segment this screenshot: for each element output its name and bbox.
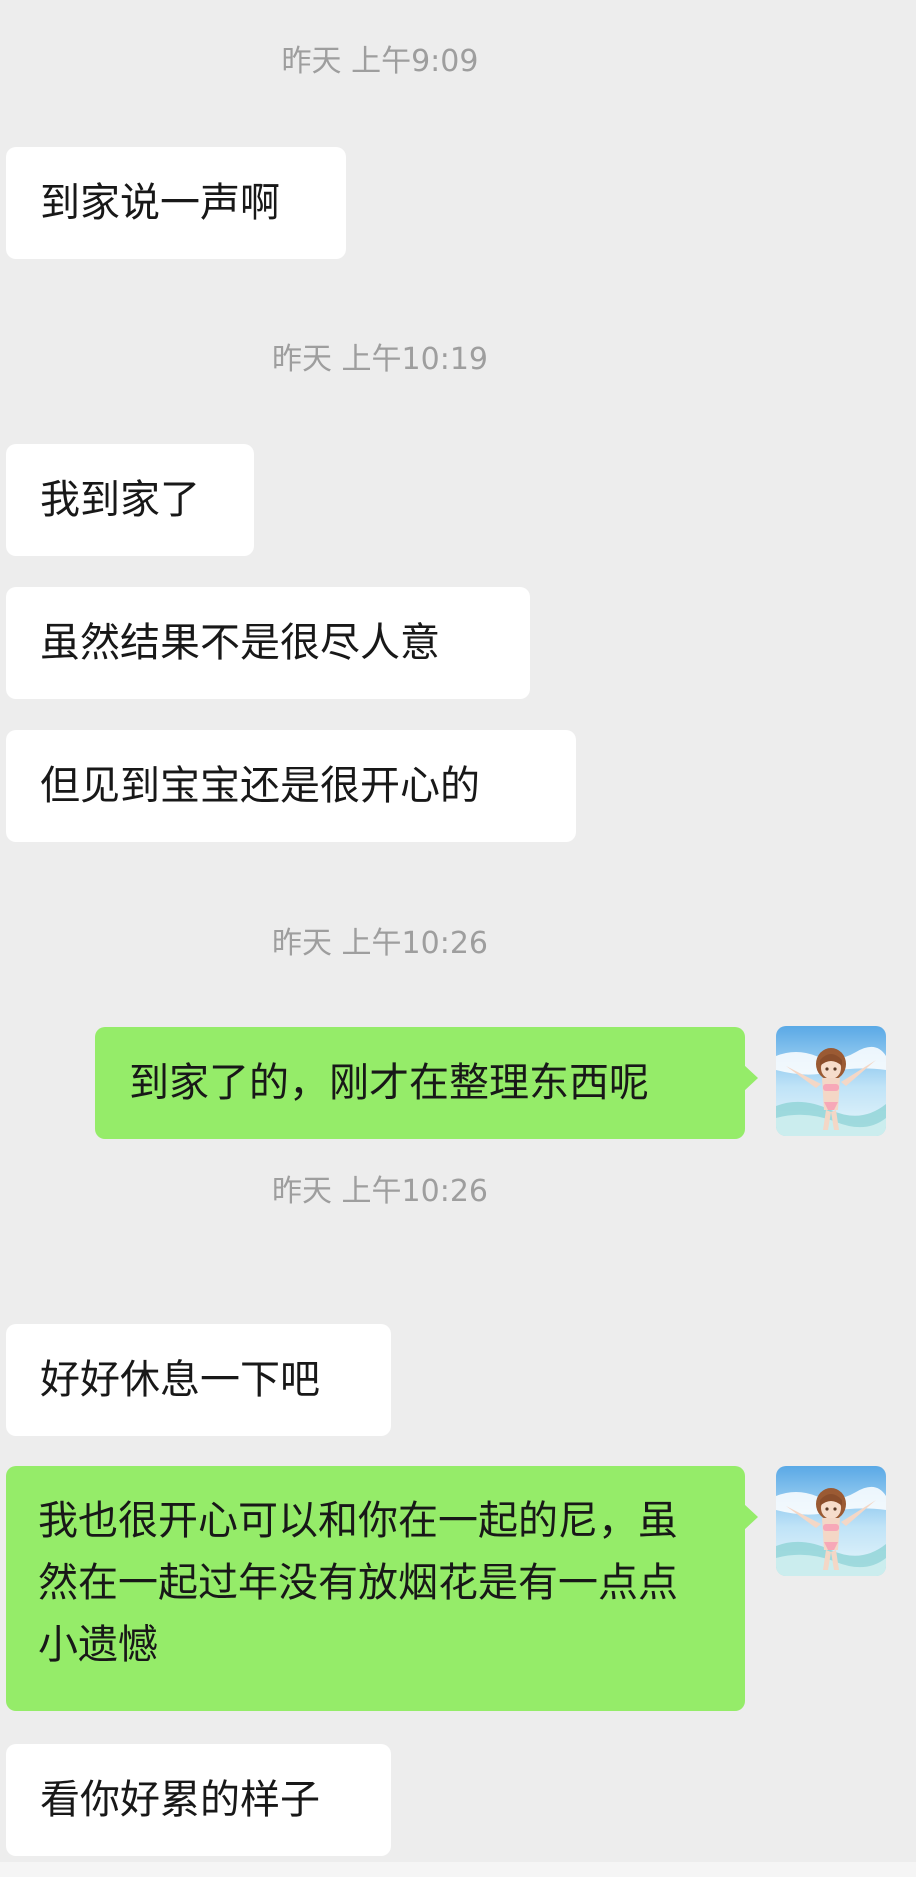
timestamp: 昨天 上午10:26: [272, 1174, 488, 1209]
user-avatar[interactable]: [776, 1026, 886, 1136]
received-message-bubble[interactable]: 好好休息一下吧: [6, 1324, 391, 1436]
sent-message-bubble[interactable]: 我也很开心可以和你在一起的尼，虽然在一起过年没有放烟花是有一点点小遗憾: [6, 1466, 758, 1711]
received-message-bubble[interactable]: 到家说一声啊: [6, 147, 346, 259]
sent-message-bubble[interactable]: 到家了的，刚才在整理东西呢: [95, 1027, 758, 1139]
anime-girl-beach-avatar-icon: [776, 1466, 886, 1576]
user-avatar[interactable]: [776, 1466, 886, 1576]
timestamp: 昨天 上午10:26: [272, 926, 488, 961]
received-message-bubble[interactable]: 虽然结果不是很尽人意: [6, 587, 530, 699]
received-message-bubble[interactable]: 但见到宝宝还是很开心的: [6, 730, 576, 842]
received-message-bubble[interactable]: 我到家了: [6, 444, 254, 556]
anime-girl-beach-avatar-icon: [776, 1026, 886, 1136]
timestamp: 昨天 上午9:09: [281, 44, 479, 79]
bottom-divider: [0, 1862, 916, 1877]
received-message-bubble[interactable]: 看你好累的样子: [6, 1744, 391, 1856]
timestamp: 昨天 上午10:19: [272, 342, 488, 377]
chat-message-list[interactable]: 昨天 上午9:09 到家说一声啊 昨天 上午10:19 我到家了 虽然结果不是很…: [0, 0, 916, 1877]
